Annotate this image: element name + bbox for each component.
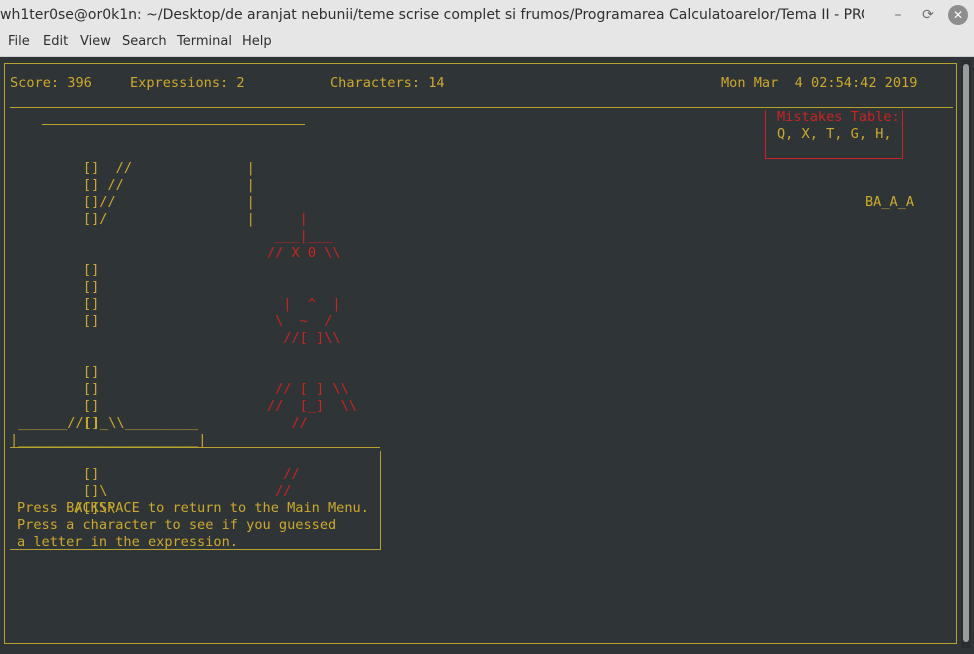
mistakes-border-left bbox=[765, 110, 766, 158]
title-bar: wh1ter0se@or0k1n: ~/Desktop/de aranjat n… bbox=[0, 0, 974, 30]
characters-text: Characters: 14 bbox=[330, 75, 445, 91]
mistakes-title: Mistakes Table: bbox=[777, 109, 900, 125]
menu-terminal[interactable]: Terminal bbox=[177, 34, 232, 49]
minimize-button[interactable]: – bbox=[888, 5, 908, 25]
gallows-top-beam bbox=[42, 124, 305, 125]
mistakes-letters: Q, X, T, G, H, bbox=[777, 126, 892, 142]
mistakes-border-right bbox=[902, 110, 903, 158]
menu-help[interactable]: Help bbox=[242, 34, 272, 49]
instructions-text: Press BACKSPACE to return to the Main Me… bbox=[17, 500, 369, 550]
instructions-right-border bbox=[380, 451, 381, 550]
menu-file[interactable]: File bbox=[8, 34, 30, 49]
mistakes-border-bottom bbox=[765, 158, 903, 159]
expression-progress: BA_A_A bbox=[865, 194, 915, 210]
scrollbar-thumb[interactable] bbox=[963, 64, 969, 642]
gallows-base: ______//[]_\\_________ |_________________… bbox=[10, 415, 207, 448]
close-button[interactable]: ✕ bbox=[948, 5, 968, 25]
expressions-text: Expressions: 2 bbox=[130, 75, 245, 91]
scrollbar[interactable] bbox=[961, 60, 971, 648]
menu-bar: File Edit View Search Terminal Help bbox=[0, 30, 974, 57]
menu-search[interactable]: Search bbox=[122, 34, 167, 49]
header-divider bbox=[10, 107, 953, 108]
menu-view[interactable]: View bbox=[80, 34, 111, 49]
instructions-top-border bbox=[10, 447, 380, 448]
score-text: Score: 396 bbox=[10, 75, 92, 91]
window-title: wh1ter0se@or0k1n: ~/Desktop/de aranjat n… bbox=[0, 7, 864, 23]
restore-button[interactable]: ⟳ bbox=[918, 5, 938, 25]
datetime-text: Mon Mar 4 02:54:42 2019 bbox=[721, 75, 918, 91]
menu-edit[interactable]: Edit bbox=[43, 34, 68, 49]
